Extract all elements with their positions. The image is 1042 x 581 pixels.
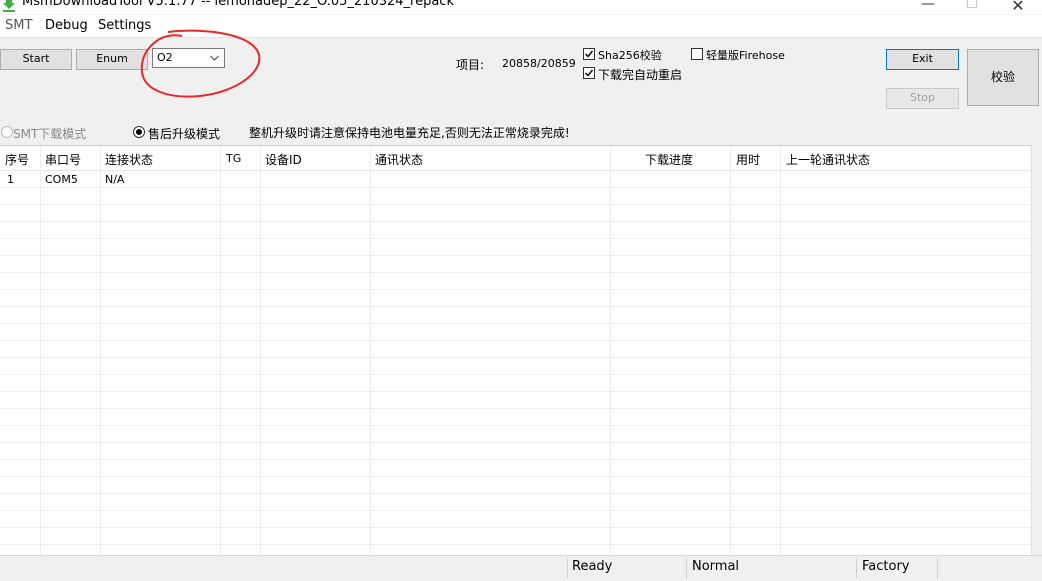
lite-firehose-checkbox[interactable]: [691, 48, 703, 60]
start-button[interactable]: Start: [0, 49, 72, 70]
row-line: [0, 408, 1031, 409]
cell-index: 1: [7, 173, 14, 186]
row-line: [0, 255, 1031, 256]
battery-warning: 整机升级时请注意保持电池电量充足,否则无法正常烧录完成!: [249, 126, 570, 140]
row-line: [0, 544, 1031, 545]
checkmark-icon: [585, 69, 594, 77]
column-header-port[interactable]: 串口号: [45, 151, 81, 168]
row-line: [0, 187, 1031, 188]
close-button[interactable]: ✕: [998, 0, 1038, 14]
project-label: 项目:: [456, 58, 485, 72]
device-table[interactable]: 序号 串口号 连接状态 TG 设备ID 通讯状态 下载进度 用时 上一轮通讯状态…: [0, 145, 1031, 555]
chevron-down-icon: [210, 55, 219, 61]
row-line: [0, 306, 1031, 307]
column-header-progress[interactable]: 下载进度: [645, 151, 693, 168]
lite-firehose-label[interactable]: 轻量版Firehose: [706, 47, 785, 63]
row-line: [0, 374, 1031, 375]
row-line: [0, 476, 1031, 477]
window-title: MsmDownloadTool V5.1.77 -- lemonadep_22_…: [22, 0, 454, 9]
row-line: [0, 510, 1031, 511]
model-select-value: O2: [157, 51, 173, 64]
enum-button[interactable]: Enum: [76, 49, 148, 70]
column-header-index[interactable]: 序号: [5, 151, 29, 168]
stop-button[interactable]: Stop: [886, 88, 959, 109]
menu-bar: SMT Debug Settings: [0, 15, 1042, 38]
row-line: [0, 323, 1031, 324]
row-line: [0, 272, 1031, 273]
after-sales-mode-label[interactable]: 售后升级模式: [148, 125, 220, 142]
status-state: Ready: [572, 559, 613, 574]
sha256-checkbox[interactable]: [583, 48, 595, 60]
row-line: [0, 340, 1031, 341]
column-header-last-comm[interactable]: 上一轮通讯状态: [786, 151, 870, 168]
title-bar: MsmDownloadTool V5.1.77 -- lemonadep_22_…: [0, 0, 1042, 14]
smt-mode-radio[interactable]: [1, 126, 13, 138]
status-mode: Normal: [692, 559, 740, 574]
column-header-comm-status[interactable]: 通讯状态: [375, 151, 423, 168]
table-row[interactable]: 1 COM5 N/A: [0, 170, 1031, 187]
menu-smt[interactable]: SMT: [5, 18, 32, 33]
table-header: [0, 146, 1031, 171]
model-select[interactable]: O2: [152, 48, 225, 68]
menu-settings[interactable]: Settings: [98, 18, 151, 33]
row-line: [0, 221, 1031, 222]
row-line: [0, 493, 1031, 494]
column-header-device-id[interactable]: 设备ID: [265, 151, 302, 168]
auto-reboot-label[interactable]: 下载完自动重启: [598, 66, 682, 83]
row-line: [0, 238, 1031, 239]
row-line: [0, 391, 1031, 392]
after-sales-mode-radio[interactable]: [133, 126, 145, 138]
row-line: [0, 289, 1031, 290]
menu-debug[interactable]: Debug: [45, 18, 88, 33]
row-line: [0, 527, 1031, 528]
sha256-label[interactable]: Sha256校验: [598, 47, 662, 63]
checkmark-icon: [585, 50, 594, 58]
minimize-button[interactable]: —: [908, 0, 948, 14]
column-header-tg[interactable]: TG: [226, 152, 241, 165]
radio-selected-dot: [136, 129, 142, 135]
row-line: [0, 425, 1031, 426]
project-value: 20858/20859: [502, 57, 576, 70]
vertical-scrollbar[interactable]: [1031, 145, 1042, 554]
cell-port: COM5: [45, 173, 78, 186]
row-line: [0, 459, 1031, 460]
row-line: [0, 357, 1031, 358]
exit-button[interactable]: Exit: [886, 49, 959, 70]
download-arrow-icon: [3, 0, 15, 12]
status-bar: Ready Normal Factory: [0, 555, 1042, 581]
auto-reboot-checkbox[interactable]: [583, 67, 595, 79]
column-header-elapsed[interactable]: 用时: [736, 151, 760, 168]
row-line: [0, 204, 1031, 205]
status-type: Factory: [862, 559, 910, 574]
cell-connection: N/A: [105, 173, 125, 186]
column-header-connection[interactable]: 连接状态: [105, 151, 153, 168]
row-line: [0, 442, 1031, 443]
maximize-button[interactable]: ☐: [952, 0, 992, 14]
verify-button[interactable]: 校验: [967, 49, 1039, 106]
smt-mode-label: SMT下载模式: [13, 127, 87, 141]
